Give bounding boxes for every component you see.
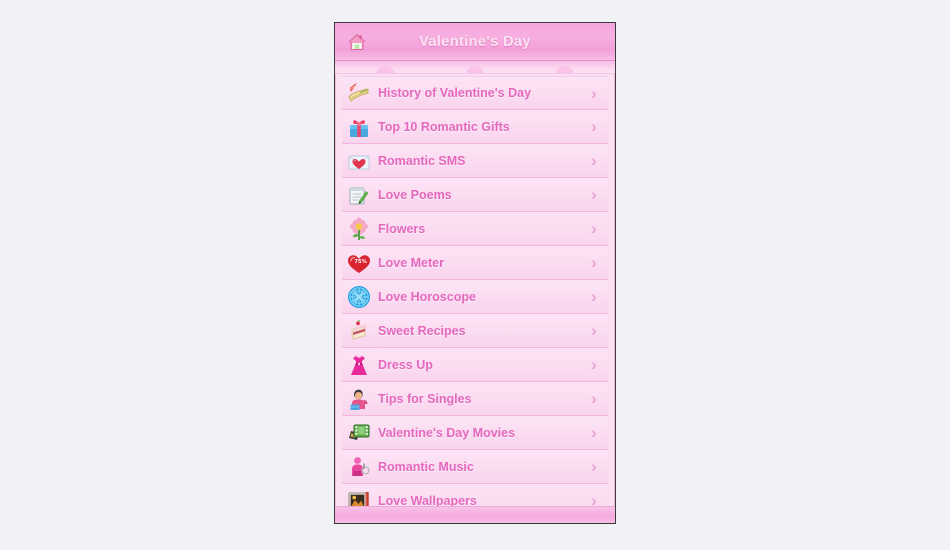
list-item-label: History of Valentine's Day [378, 86, 532, 100]
chevron-right-icon: › [591, 83, 597, 103]
chevron-right-icon: › [591, 287, 597, 306]
chevron-right-icon: › [591, 253, 597, 272]
chevron-right-icon: › [591, 389, 597, 408]
list-item[interactable]: Valentine's Day Movies › [342, 416, 608, 450]
list-item-label: Love Meter [378, 255, 444, 270]
list-item[interactable]: Love Poems › [342, 178, 608, 212]
love-meter-badge: 75% [354, 259, 367, 265]
home-icon[interactable] [346, 31, 368, 53]
zodiac-wheel-icon [346, 284, 372, 310]
list-item-label: Sweet Recipes [378, 323, 466, 338]
notepad-pen-icon [346, 182, 372, 208]
chevron-right-icon: › [591, 219, 597, 238]
list-item-label: Love Poems [378, 187, 452, 202]
list-item-label: Romantic Music [378, 459, 474, 474]
cake-slice-icon [346, 318, 372, 344]
gift-box-icon [346, 114, 372, 140]
film-reel-icon [346, 420, 372, 446]
list-item-label: Flowers [378, 221, 426, 236]
list-item[interactable]: Sweet Recipes › [342, 314, 608, 348]
list-item[interactable]: Flowers › [342, 212, 608, 246]
list-item-label: Tips for Singles [378, 391, 472, 406]
list-item[interactable]: Dress Up › [342, 348, 608, 382]
chevron-right-icon: › [591, 491, 597, 506]
list-item-label: Dress Up [378, 357, 433, 372]
chevron-right-icon: › [591, 355, 597, 374]
list-item-label: Love Wallpapers [378, 493, 477, 507]
heart-percent-icon: 75% [346, 250, 372, 276]
app-header: Valentine's Day [335, 23, 615, 61]
list-item[interactable]: Love Wallpapers › [342, 484, 608, 506]
chevron-right-icon: › [591, 151, 597, 170]
chevron-right-icon: › [591, 457, 597, 476]
heart-envelope-icon [346, 148, 372, 174]
scroll-quill-icon [346, 80, 372, 106]
app-panel: Valentine's Day History of Valentine's D… [334, 22, 616, 524]
list-item-label: Love Horoscope [378, 289, 476, 304]
person-icon [346, 386, 372, 412]
decorative-band [335, 61, 615, 74]
app-footer [335, 506, 615, 523]
list-item[interactable]: 75% Love Meter › [342, 246, 608, 280]
chevron-right-icon: › [591, 185, 597, 204]
list-item-label: Romantic SMS [378, 153, 466, 168]
chevron-right-icon: › [591, 423, 597, 442]
list-item[interactable]: Romantic SMS › [342, 144, 608, 178]
list-item[interactable]: Love Horoscope › [342, 280, 608, 314]
dress-icon [346, 352, 372, 378]
page-title: Valentine's Day [419, 33, 531, 50]
chevron-right-icon: › [591, 117, 597, 136]
list-item[interactable]: Tips for Singles › [342, 382, 608, 416]
list-item[interactable]: History of Valentine's Day › [342, 76, 608, 110]
list-item-label: Valentine's Day Movies [378, 425, 516, 440]
picture-frame-icon [346, 488, 372, 506]
music-figure-icon [346, 454, 372, 480]
list-item-label: Top 10 Romantic Gifts [378, 119, 510, 134]
flower-icon [346, 216, 372, 242]
menu-list: History of Valentine's Day › Top 10 Roma… [335, 74, 615, 506]
chevron-right-icon: › [591, 321, 597, 340]
list-item[interactable]: Romantic Music › [342, 450, 608, 484]
list-item[interactable]: Top 10 Romantic Gifts › [342, 110, 608, 144]
